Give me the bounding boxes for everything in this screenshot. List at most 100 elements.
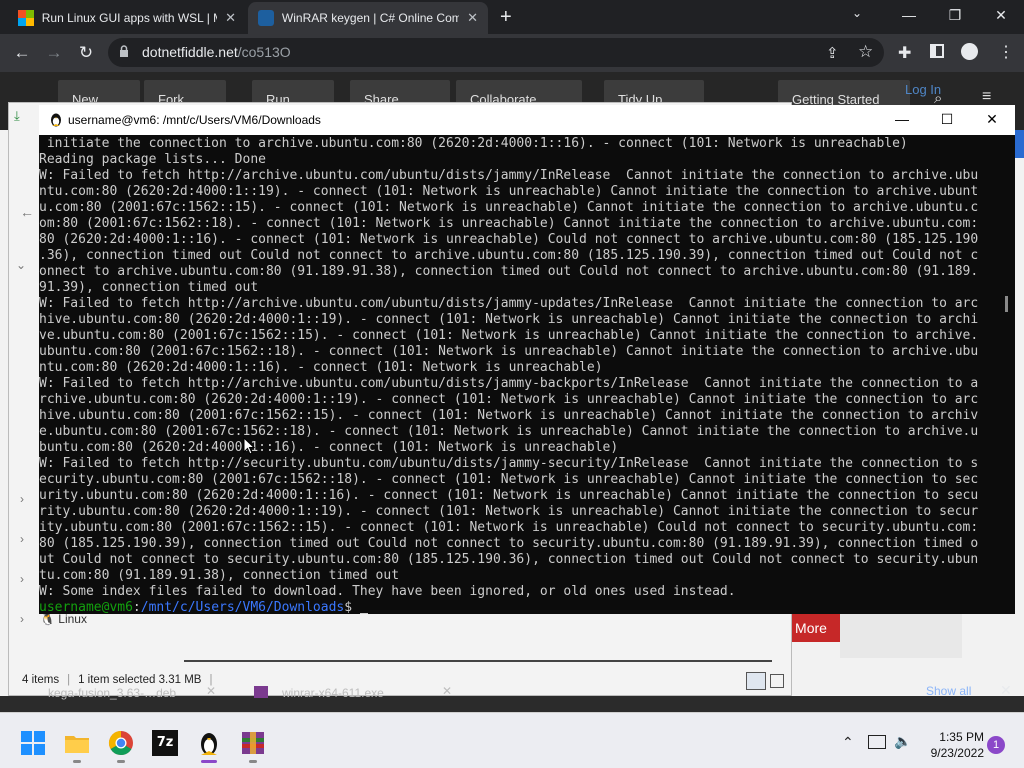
winrar-icon — [254, 686, 268, 698]
clock-time[interactable]: 1:35 PM — [932, 730, 984, 744]
profile-avatar-icon[interactable] — [961, 43, 978, 60]
terminal-line: buntu.com:80 (2620:2d:4000:1::16). - con… — [39, 440, 619, 455]
side-panel-icon[interactable] — [930, 44, 944, 58]
tree-chevron-icon[interactable]: › — [20, 532, 24, 546]
extensions-puzzle-icon[interactable]: ✚ — [898, 43, 911, 63]
hamburger-menu-icon[interactable]: ≡ — [982, 88, 991, 106]
explorer-back-icon[interactable]: ← — [20, 204, 34, 220]
prompt-path: /mnt/c/Users/VM6/Downloads — [140, 600, 345, 614]
terminal-line: 80 (185.125.190.39), connection timed ou… — [39, 536, 979, 551]
terminal-line: ubuntu.com:80 (2001:67c:1562::18). - con… — [39, 344, 979, 359]
page-side-panel — [840, 614, 962, 658]
tree-chevron-icon[interactable]: › — [20, 492, 24, 506]
sidebar-item-linux[interactable]: 🐧 Linux — [40, 612, 87, 626]
prompt-separator: : — [132, 600, 141, 614]
selection-info: 1 item selected 3.31 MB — [78, 674, 202, 686]
close-icon[interactable]: ✕ — [442, 684, 452, 698]
site-accent-bar — [1014, 130, 1024, 158]
terminal-line: hive.ubuntu.com:80 (2001:67c:1562::15). … — [39, 408, 979, 423]
browser-tab-wsl[interactable]: Run Linux GUI apps with WSL | M ✕ — [8, 2, 246, 34]
window-close-button[interactable]: ✕ — [978, 0, 1024, 32]
expand-chevron-icon[interactable]: ⌄ — [16, 258, 26, 272]
terminal-line: ntu.com:80 (2620:2d:4000:1::19). - conne… — [39, 184, 979, 199]
prompt-user: username@vm6 — [39, 600, 133, 614]
terminal-line: tu.com:80 (91.189.91.38), connection tim… — [39, 568, 400, 583]
browser-tab-winrar[interactable]: WinRAR keygen | C# Online Com ✕ — [248, 2, 488, 34]
terminal-output[interactable]: initiate the connection to archive.ubunt… — [39, 136, 999, 614]
tux-penguin-icon — [49, 112, 63, 127]
mouse-cursor-icon — [243, 436, 256, 460]
terminal-scrollbar-thumb[interactable] — [1005, 296, 1008, 312]
window-restore-button[interactable]: ❐ — [932, 0, 978, 32]
terminal-close-button[interactable]: ✕ — [970, 108, 1014, 132]
download-item-kega[interactable]: kega-fusion_3.63-…deb — [48, 686, 176, 700]
terminal-minimize-button[interactable]: — — [880, 108, 924, 132]
notification-badge[interactable]: 1 — [987, 736, 1005, 754]
terminal-cursor — [359, 613, 368, 614]
clock-date[interactable]: 9/23/2022 — [918, 746, 984, 760]
reload-icon[interactable]: ↻ — [74, 41, 98, 65]
terminal-line: rity.ubuntu.com:80 (2620:2d:4000:1::19).… — [39, 504, 979, 519]
terminal-line: W: Some index files failed to download. … — [39, 584, 736, 599]
terminal-line: ut Could not connect to security.ubuntu.… — [39, 552, 979, 567]
terminal-line: urity.ubuntu.com:80 (2620:2d:4000:1::16)… — [39, 488, 979, 503]
chrome-menu-icon[interactable]: ⋮ — [998, 42, 1014, 62]
terminal-line: ecurity.ubuntu.com:80 (2001:67c:1562::18… — [39, 472, 979, 487]
7zip-icon[interactable]: 7z — [152, 730, 178, 756]
new-tab-button[interactable]: + — [500, 6, 512, 29]
download-arrow-icon: ⤓ — [14, 108, 20, 123]
downloads-close-icon[interactable]: ✕ — [1000, 682, 1012, 699]
terminal-line: W: Failed to fetch http://security.ubunt… — [39, 456, 979, 471]
close-icon[interactable]: ✕ — [206, 684, 216, 698]
running-indicator — [249, 760, 257, 763]
file-explorer-icon[interactable] — [64, 730, 90, 756]
details-view-icon[interactable] — [746, 672, 766, 690]
close-tab-icon[interactable]: ✕ — [467, 10, 478, 26]
terminal-line: initiate the connection to archive.ubunt… — [39, 136, 908, 151]
terminal-line: Reading package lists... Done — [39, 152, 266, 167]
terminal-line: W: Failed to fetch http://archive.ubuntu… — [39, 376, 979, 391]
horizontal-scrollbar[interactable] — [184, 660, 772, 662]
terminal-line: W: Failed to fetch http://archive.ubuntu… — [39, 168, 979, 183]
microsoft-favicon-icon — [18, 10, 34, 26]
tree-chevron-icon[interactable]: › — [20, 572, 24, 586]
item-count: 4 items — [22, 674, 60, 686]
bookmark-star-icon[interactable]: ☆ — [858, 42, 873, 62]
running-indicator — [73, 760, 81, 763]
url-path: /co513O — [237, 44, 291, 60]
terminal-line: e.ubuntu.com:80 (2001:67c:1562::18). - c… — [39, 424, 979, 439]
url-text: dotnetfiddle.net/co513O — [142, 44, 291, 60]
linux-tux-icon[interactable] — [196, 730, 222, 756]
network-icon[interactable] — [868, 735, 886, 749]
start-icon[interactable] — [20, 730, 46, 756]
terminal-line: 91.39), connection timed out — [39, 280, 259, 295]
terminal-line: ity.ubuntu.com:80 (2001:67c:1562::15). -… — [39, 520, 979, 535]
tiles-view-icon[interactable] — [770, 674, 784, 688]
explorer-status-bar: 4 items | 1 item selected 3.31 MB | — [22, 674, 213, 686]
terminal-line: .36), connection timed out Could not con… — [39, 248, 979, 263]
chevron-up-icon[interactable]: ⌃ — [842, 734, 854, 751]
winrar-icon[interactable] — [240, 730, 266, 756]
terminal-line: 80 (2620:2d:4000:1::16). - connect (101:… — [39, 232, 979, 247]
dotnetfiddle-favicon-icon — [258, 10, 274, 26]
terminal-prompt[interactable]: username@vm6:/mnt/c/Users/VM6/Downloads$ — [39, 600, 999, 614]
terminal-line: ve.ubuntu.com:80 (2001:67c:1562::15). - … — [39, 328, 979, 343]
share-icon[interactable]: ⇪ — [826, 44, 839, 62]
show-all-button[interactable]: Show all — [926, 684, 971, 698]
running-indicator — [117, 760, 125, 763]
forward-arrow-icon[interactable]: → — [42, 41, 66, 65]
terminal-line: rchive.ubuntu.com:80 (2620:2d:4000:1::19… — [39, 392, 979, 407]
download-item-winrar[interactable]: winrar-x64-611.exe — [282, 686, 384, 700]
chrome-icon[interactable] — [108, 730, 134, 756]
back-arrow-icon[interactable]: ← — [10, 41, 34, 65]
terminal-maximize-button[interactable]: ☐ — [925, 108, 969, 132]
close-tab-icon[interactable]: ✕ — [225, 10, 236, 26]
volume-icon[interactable]: 🔈 — [894, 733, 911, 750]
lock-icon[interactable] — [119, 45, 129, 58]
tab-search-icon[interactable]: ⌄ — [852, 6, 862, 20]
tree-chevron-icon[interactable]: › — [20, 612, 24, 626]
terminal-line: W: Failed to fetch http://archive.ubuntu… — [39, 296, 979, 311]
terminal-line: om:80 (2001:67c:1562::18). - connect (10… — [39, 216, 979, 231]
window-minimize-button[interactable]: — — [886, 0, 932, 32]
terminal-line: hive.ubuntu.com:80 (2620:2d:4000:1::19).… — [39, 312, 979, 327]
